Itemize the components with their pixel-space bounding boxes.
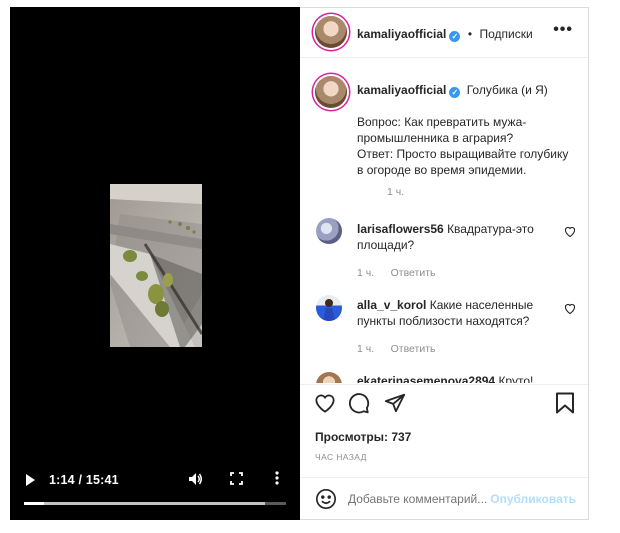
comment-username[interactable]: larisaflowers56 — [357, 222, 444, 236]
video-time: 1:14 / 15:41 — [49, 473, 119, 487]
post-header: kamaliyaofficial ✓ • Подписки ••• — [300, 7, 589, 58]
video-player[interactable]: 1:14 / 15:41 — [10, 7, 300, 520]
post-side-panel: kamaliyaofficial ✓ • Подписки ••• kamaliy… — [300, 7, 589, 520]
comment-time[interactable]: 1 ч. — [357, 267, 374, 279]
comment-body: ekaterinasemenova2894 Круто! — [357, 373, 577, 383]
comment-input[interactable] — [348, 492, 498, 506]
video-buffered — [24, 502, 266, 505]
comment-avatar[interactable] — [316, 372, 342, 383]
views-count[interactable]: Просмотры: 737 — [315, 430, 411, 444]
comment-username[interactable]: alla_v_korol — [357, 298, 426, 312]
comment-text: Круто! — [498, 374, 534, 383]
like-icon[interactable] — [314, 393, 336, 418]
comment-icon[interactable] — [348, 392, 370, 419]
header-separator: • — [467, 27, 473, 41]
verified-icon: ✓ — [449, 87, 461, 98]
comment-avatar[interactable] — [316, 295, 342, 321]
verified-icon: ✓ — [449, 31, 461, 42]
caption-line: Ответ: Просто выращивайте голубику — [357, 147, 569, 161]
comment-username[interactable]: ekaterinasemenova2894 — [357, 374, 495, 383]
comment-body: alla_v_korol Какие населенные пункты поб… — [357, 297, 557, 329]
video-progress-bar[interactable] — [24, 502, 286, 505]
comment-meta: 1 ч. Ответить — [357, 263, 436, 281]
post-time[interactable]: ЧАС НАЗАД — [315, 452, 367, 462]
post-actions — [300, 391, 589, 421]
avatar[interactable] — [315, 16, 347, 48]
volume-icon[interactable] — [188, 472, 203, 489]
video-progress — [24, 502, 45, 505]
more-vertical-icon[interactable] — [275, 471, 279, 488]
caption-line: Вопрос: Как превратить мужа- — [357, 115, 527, 129]
comments-list[interactable]: kamaliyaofficial ✓ Голубика (и Я) Вопрос:… — [300, 58, 589, 383]
caption-text: Вопрос: Как превратить мужа- промышленни… — [357, 114, 579, 178]
divider — [300, 384, 589, 385]
share-icon[interactable] — [384, 392, 406, 419]
reply-button[interactable]: Ответить — [391, 343, 436, 355]
caption-time[interactable]: 1 ч. — [387, 186, 404, 198]
bookmark-icon[interactable] — [555, 392, 575, 419]
comment-time[interactable]: 1 ч. — [357, 343, 374, 355]
video-controls: 1:14 / 15:41 — [10, 465, 300, 505]
like-comment-icon[interactable] — [564, 301, 576, 319]
header-username[interactable]: kamaliyaofficial — [357, 27, 446, 41]
publish-button[interactable]: Опубликовать — [490, 492, 576, 506]
comment-avatar[interactable] — [316, 218, 342, 244]
emoji-icon[interactable] — [315, 488, 337, 515]
comment-meta: 1 ч. Ответить — [357, 339, 436, 357]
caption-line: в огороде во время эпидемии. — [357, 163, 527, 177]
video-frame-image — [110, 184, 202, 347]
comment-composer: Опубликовать — [300, 478, 589, 520]
reply-button[interactable]: Ответить — [391, 267, 436, 279]
comment-body: larisaflowers56 Квадратура-это площади? — [357, 221, 557, 253]
caption-avatar[interactable] — [315, 76, 347, 108]
caption-title: Голубика (и Я) — [466, 83, 548, 97]
following-button[interactable]: Подписки — [480, 27, 533, 41]
like-comment-icon[interactable] — [564, 224, 576, 242]
caption-line: промышленника в агрария? — [357, 131, 514, 145]
fullscreen-icon[interactable] — [230, 472, 243, 488]
video-frame[interactable] — [110, 184, 202, 347]
more-horizontal-icon[interactable]: ••• — [553, 21, 573, 39]
caption-username[interactable]: kamaliyaofficial — [357, 83, 446, 97]
scrollbar[interactable] — [588, 7, 589, 520]
play-icon[interactable] — [26, 474, 35, 486]
